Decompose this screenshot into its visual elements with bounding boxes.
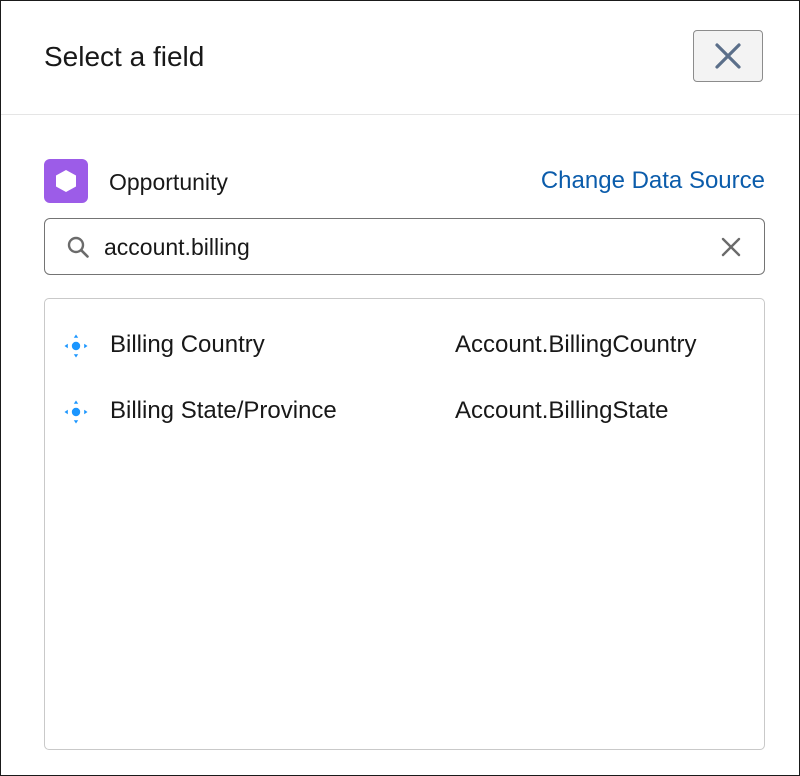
select-field-modal: Select a field Opportunity Change Data S… [0,0,800,776]
field-icon [64,400,88,424]
modal-title: Select a field [44,41,205,72]
change-data-source-link[interactable]: Change Data Source [541,167,765,195]
list-item[interactable]: Billing State/Province Account.BillingSt… [45,377,764,437]
results-list: Billing Country Account.BillingCountry B… [44,298,765,750]
field-api-name: Account.BillingState [455,397,669,424]
modal-header: Select a field [1,1,799,115]
object-hexagon-icon [44,159,88,203]
search-input[interactable] [104,227,704,267]
field-icon [64,334,88,358]
object-label: Opportunity [109,169,228,195]
data-source-row: Opportunity Change Data Source [44,159,765,203]
search-box[interactable] [44,218,765,275]
search-icon [67,236,89,258]
field-api-name: Account.BillingCountry [455,331,697,358]
close-icon [715,43,741,69]
list-item[interactable]: Billing Country Account.BillingCountry [45,311,764,371]
field-label: Billing Country [110,331,265,358]
close-button[interactable] [693,30,763,82]
clear-icon[interactable] [720,236,742,258]
field-label: Billing State/Province [110,397,337,424]
